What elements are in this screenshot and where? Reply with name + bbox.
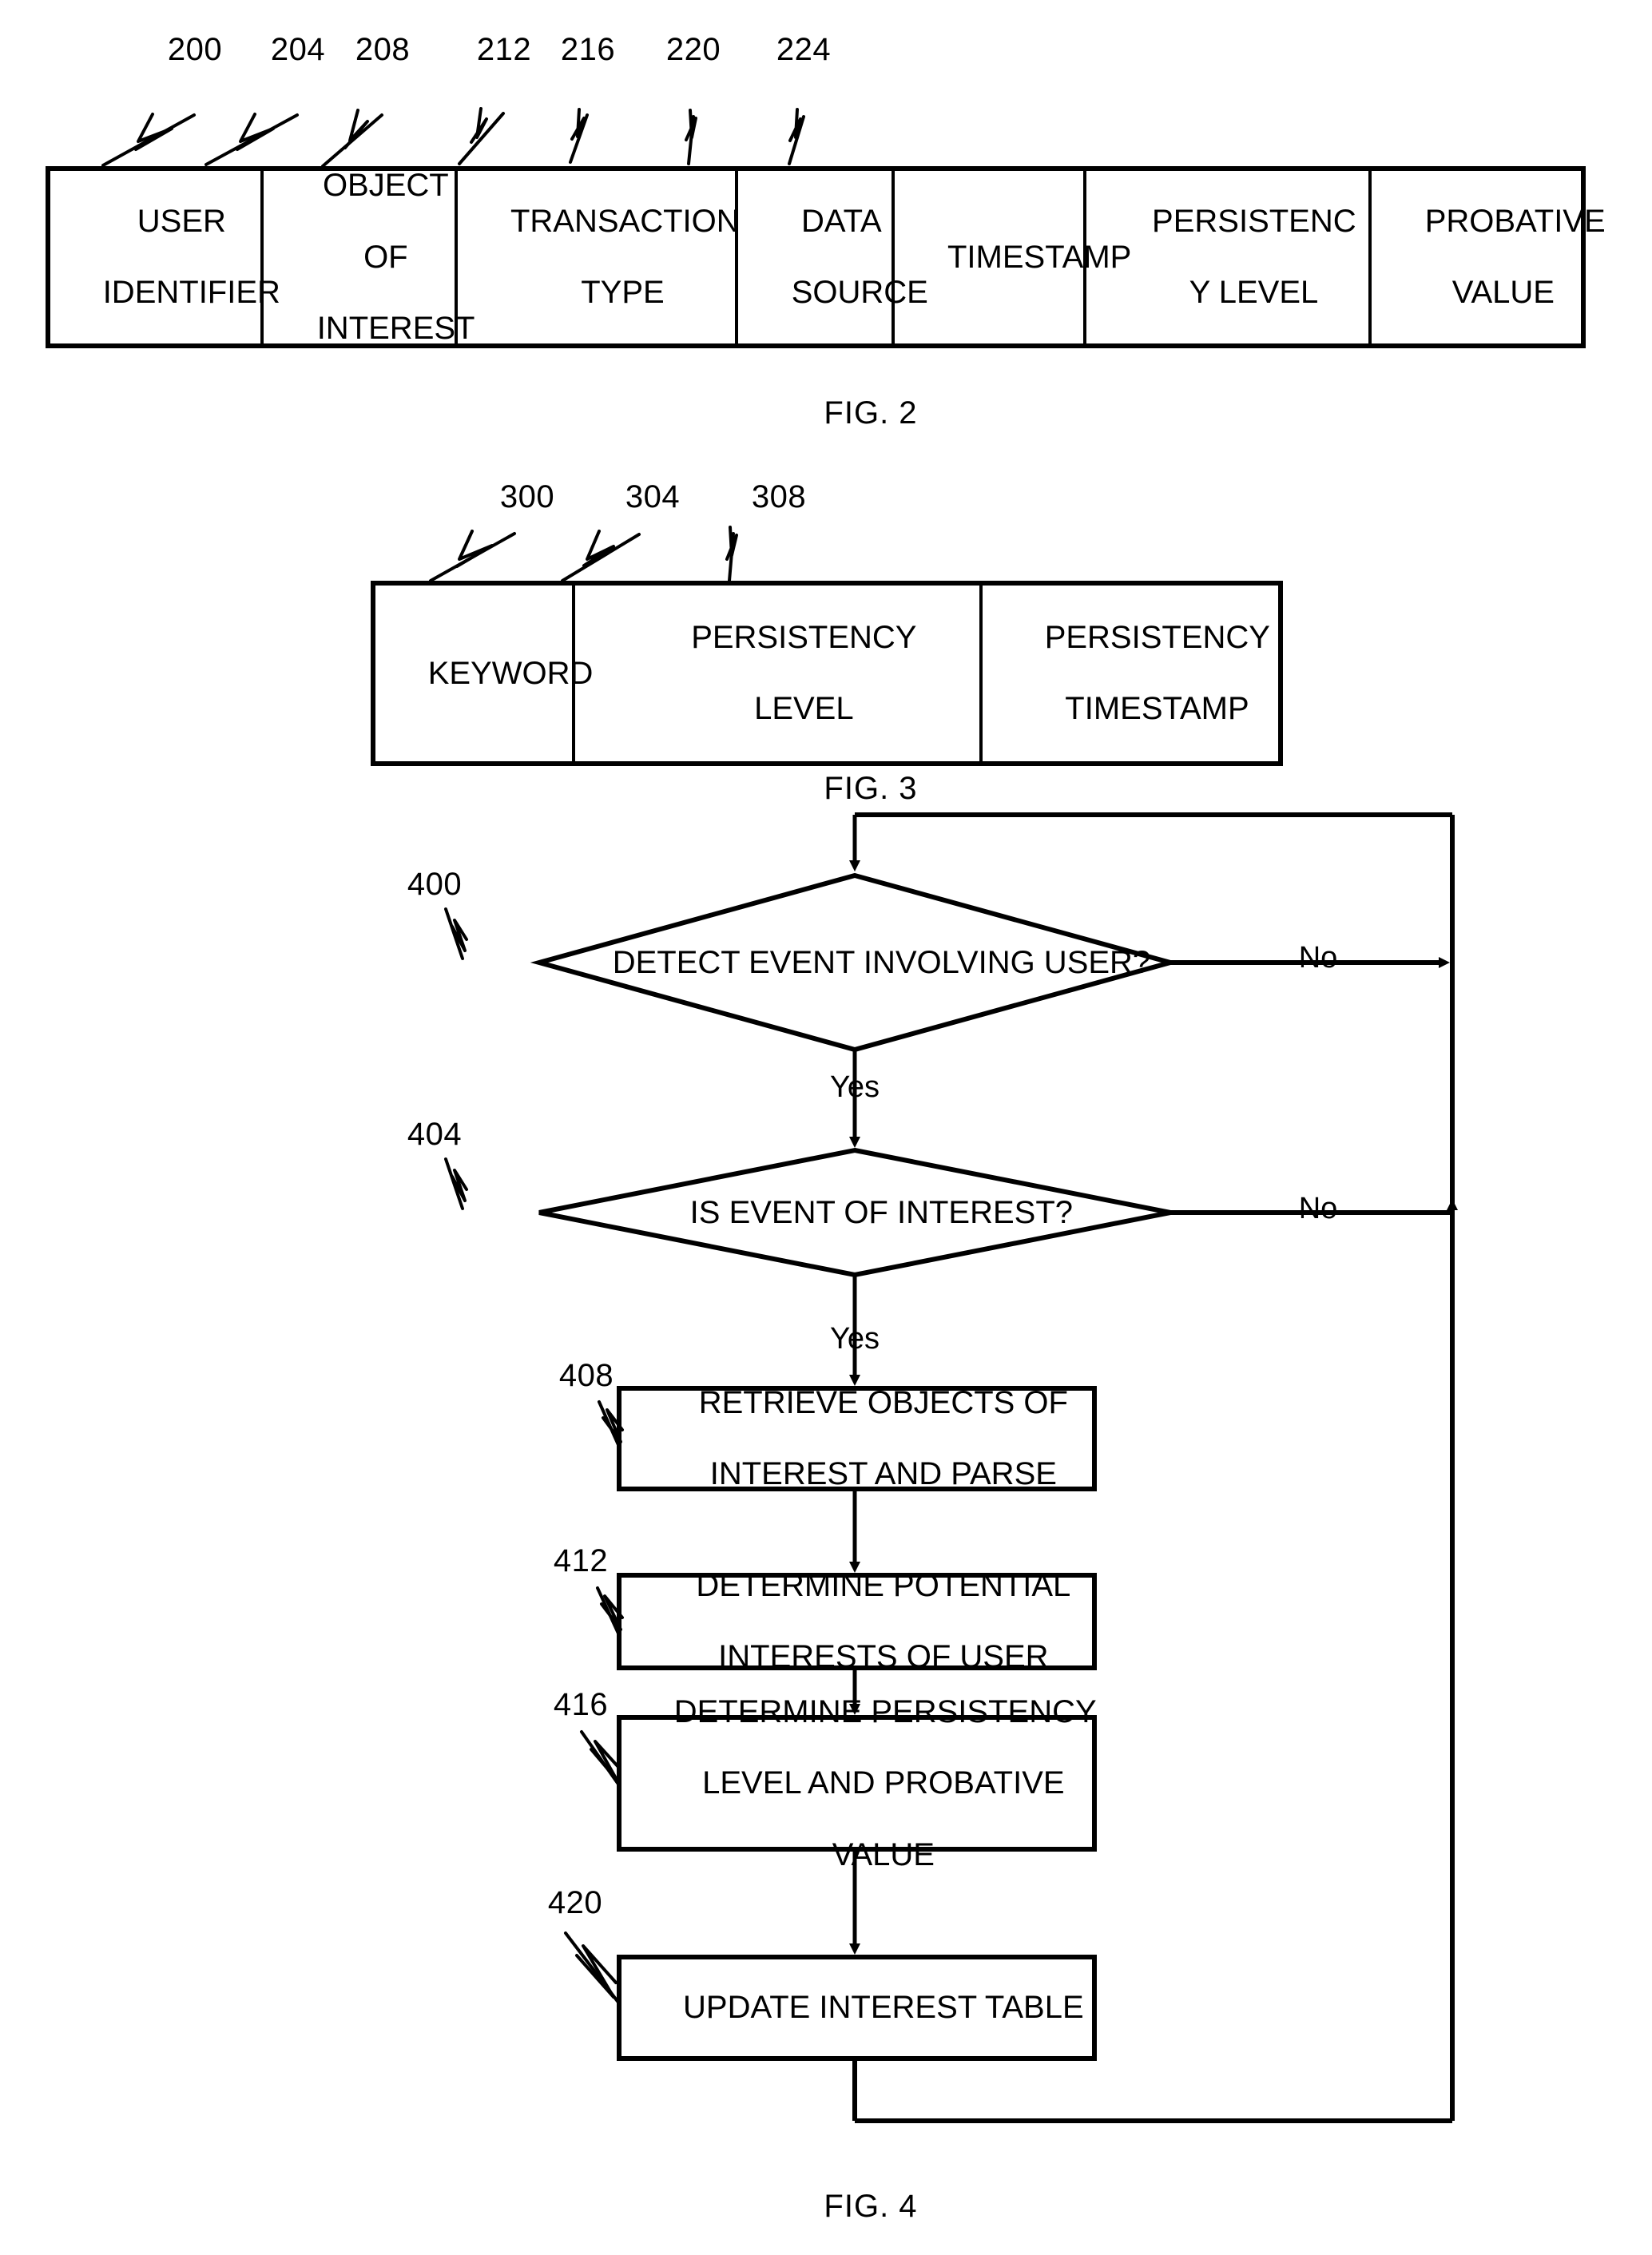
fig4-ref-412: 412 (553, 1543, 609, 1578)
fig2-cell-data-source: DATA SOURCE (738, 170, 928, 344)
fig2-cell-persistency-level-line1: PERSISTENC (1152, 203, 1356, 239)
fig2-ref-208: 208 (355, 32, 411, 67)
fig3-cell-persistency-timestamp-line2: TIMESTAMP (1065, 691, 1249, 727)
fig3-ref-308: 308 (751, 479, 807, 514)
fig4-ref-404: 404 (407, 1117, 463, 1152)
patent-drawing-sheet: 200 204 208 212 216 220 224 USER IDENTIF… (0, 0, 1652, 2255)
fig2-ref-224: 224 (776, 32, 832, 67)
fig2-cell-object-of-interest-line1: OBJECT (322, 168, 449, 204)
fig4-branch-404-no: No (1298, 1192, 1338, 1225)
fig4-branch-400-no: No (1298, 941, 1338, 975)
fig2-cell-user-identifier-line2: IDENTIFIER (102, 275, 280, 311)
fig4-process-420-line1: UPDATE INTEREST TABLE (683, 1990, 1084, 2026)
fig4-process-420: UPDATE INTEREST TABLE (621, 1959, 1093, 2057)
fig4-ref-408: 408 (558, 1358, 614, 1393)
fig4-decision-400-label: DETECT EVENT INVOLVING USER? (612, 944, 1151, 980)
fig4-ref-420: 420 (547, 1885, 603, 1920)
fig3-cell-persistency-level: PERSISTENCY LEVEL (575, 585, 979, 762)
fig3-cell-keyword: KEYWORD (375, 585, 594, 762)
fig2-cell-transaction-type: TRANSACTION TYPE (458, 170, 740, 344)
fig4-branch-404-yes: Yes (830, 1322, 880, 1356)
fig4-process-408-line2: INTEREST AND PARSE (709, 1456, 1057, 1492)
fig2-cell-transaction-type-line2: TYPE (581, 275, 665, 311)
fig3-ref-304: 304 (625, 479, 681, 514)
fig4-decision-404: IS EVENT OF INTEREST? (559, 1177, 1150, 1249)
fig3-ref-300: 300 (499, 479, 555, 514)
fig3-cell-persistency-timestamp-line1: PERSISTENCY (1044, 619, 1270, 655)
fig2-cell-probative-value-line2: VALUE (1451, 275, 1555, 311)
fig3-cell-persistency-level-line1: PERSISTENCY (691, 619, 917, 655)
fig4-process-416-line3: VALUE (832, 1836, 935, 1872)
fig2-cell-persistency-level: PERSISTENC Y LEVEL (1086, 170, 1368, 344)
fig2-ref-212: 212 (476, 32, 532, 67)
fig4-process-416-line1: DETERMINE PERSISTENCY (673, 1693, 1097, 1729)
fig3-lead-lines (429, 526, 738, 582)
fig2-caption: FIG. 2 (824, 395, 918, 431)
fig4-decision-404-label: IS EVENT OF INTEREST? (689, 1194, 1074, 1230)
fig4-process-416-line2: LEVEL AND PROBATIVE (702, 1765, 1065, 1801)
fig2-cell-object-of-interest-line3: INTEREST (316, 311, 475, 347)
fig2-cell-user-identifier: USER IDENTIFIER (50, 170, 280, 344)
fig2-ref-220: 220 (665, 32, 721, 67)
fig2-ref-200: 200 (167, 32, 223, 67)
fig2-cell-transaction-type-line1: TRANSACTION (510, 203, 740, 239)
fig4-branch-400-yes: Yes (830, 1070, 880, 1104)
fig2-cell-probative-value: PROBATIVE VALUE (1372, 170, 1606, 344)
fig2-cell-object-of-interest-line2: OF (363, 239, 408, 275)
fig4-process-416: DETERMINE PERSISTENCY LEVEL AND PROBATIV… (621, 1694, 1097, 1872)
fig2-cell-user-identifier-line1: USER (137, 203, 226, 239)
fig4-caption: FIG. 4 (824, 2189, 918, 2224)
fig3-cell-persistency-level-line2: LEVEL (754, 691, 854, 727)
fig2-ref-204: 204 (270, 32, 326, 67)
fig2-cell-object-of-interest: OBJECT OF INTEREST (264, 168, 475, 346)
fig4-lead-lines (444, 907, 624, 2005)
fig2-cell-data-source-line1: DATA (800, 203, 882, 239)
fig3-cell-keyword-line1: KEYWORD (427, 655, 594, 691)
fig2-cell-persistency-level-line2: Y LEVEL (1189, 275, 1319, 311)
fig3-caption: FIG. 3 (824, 771, 918, 806)
fig4-process-408: RETRIEVE OBJECTS OF INTEREST AND PARSE (621, 1385, 1093, 1492)
fig4-ref-416: 416 (553, 1687, 609, 1722)
fig3-cell-persistency-timestamp: PERSISTENCY TIMESTAMP (983, 585, 1279, 762)
fig2-ref-216: 216 (560, 32, 616, 67)
fig4-process-408-line1: RETRIEVE OBJECTS OF (698, 1384, 1068, 1420)
fig2-cell-timestamp: TIMESTAMP (895, 170, 1131, 344)
fig4-ref-400: 400 (407, 867, 463, 902)
fig4-process-412: DETERMINE POTENTIAL INTERESTS OF USER (621, 1568, 1093, 1675)
fig2-cell-probative-value-line1: PROBATIVE (1424, 203, 1606, 239)
fig4-decision-400: DETECT EVENT INVOLVING USER? (559, 927, 1151, 998)
fig4-process-412-line1: DETERMINE POTENTIAL (696, 1567, 1071, 1603)
